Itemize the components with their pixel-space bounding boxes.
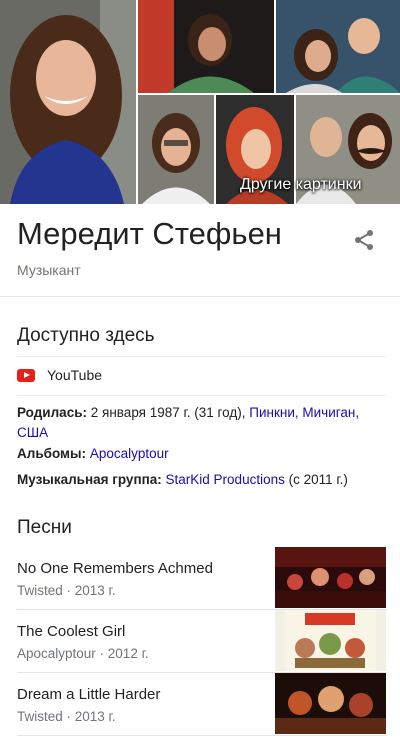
fact-band-suffix: (с 2011 г.) [288, 472, 348, 487]
more-images-link[interactable]: Другие картинки [240, 176, 362, 194]
fact-born: Родилась: 2 января 1987 г. (31 год), Пин… [17, 403, 386, 443]
song-item[interactable]: No One Remembers Achmed Twisted · 2013 г… [17, 547, 387, 610]
band-link[interactable]: StarKid Productions [166, 472, 285, 487]
photo-3[interactable] [276, 0, 400, 93]
fact-born-label: Родилась: [17, 405, 87, 420]
song-item[interactable]: Dream a Little Harder Twisted · 2013 г. [17, 673, 387, 736]
youtube-label: YouTube [47, 367, 103, 383]
section-divider [0, 296, 400, 297]
fact-born-text: 2 января 1987 г. (31 год), [90, 405, 246, 420]
fact-band: Музыкальная группа: StarKid Productions … [17, 470, 386, 490]
song-divider [17, 735, 387, 736]
share-icon[interactable] [352, 228, 376, 252]
song-title: Dream a Little Harder [17, 686, 161, 703]
fact-albums: Альбомы: Apocalyptour [17, 444, 386, 464]
song-thumbnail [275, 547, 386, 608]
available-heading: Доступно здесь [17, 325, 155, 346]
song-title: No One Remembers Achmed [17, 560, 213, 577]
song-item[interactable]: The Coolest Girl Apocalyptour · 2012 г. [17, 610, 387, 673]
song-title: The Coolest Girl [17, 623, 126, 640]
song-meta: Twisted · 2013 г. [17, 583, 116, 598]
song-thumbnail [275, 673, 386, 734]
entity-title: Мередит Стефьен [17, 216, 282, 251]
album-link[interactable]: Apocalyptour [90, 446, 169, 461]
song-thumbnail [275, 610, 386, 671]
entity-header: Мередит Стефьен [17, 216, 380, 252]
entity-subtitle: Музыкант [17, 262, 81, 278]
fact-band-label: Музыкальная группа: [17, 472, 162, 487]
available-divider [17, 356, 386, 357]
fact-albums-label: Альбомы: [17, 446, 87, 461]
facts-divider [17, 395, 386, 396]
song-meta: Apocalyptour · 2012 г. [17, 646, 149, 661]
youtube-link[interactable]: YouTube [17, 367, 102, 383]
photo-2[interactable] [138, 0, 274, 93]
photo-main[interactable] [0, 0, 136, 204]
youtube-icon [17, 368, 35, 382]
songs-heading: Песни [17, 517, 72, 538]
song-meta: Twisted · 2013 г. [17, 709, 116, 724]
image-gallery[interactable]: Другие картинки [0, 0, 400, 204]
photo-4[interactable] [138, 95, 214, 204]
